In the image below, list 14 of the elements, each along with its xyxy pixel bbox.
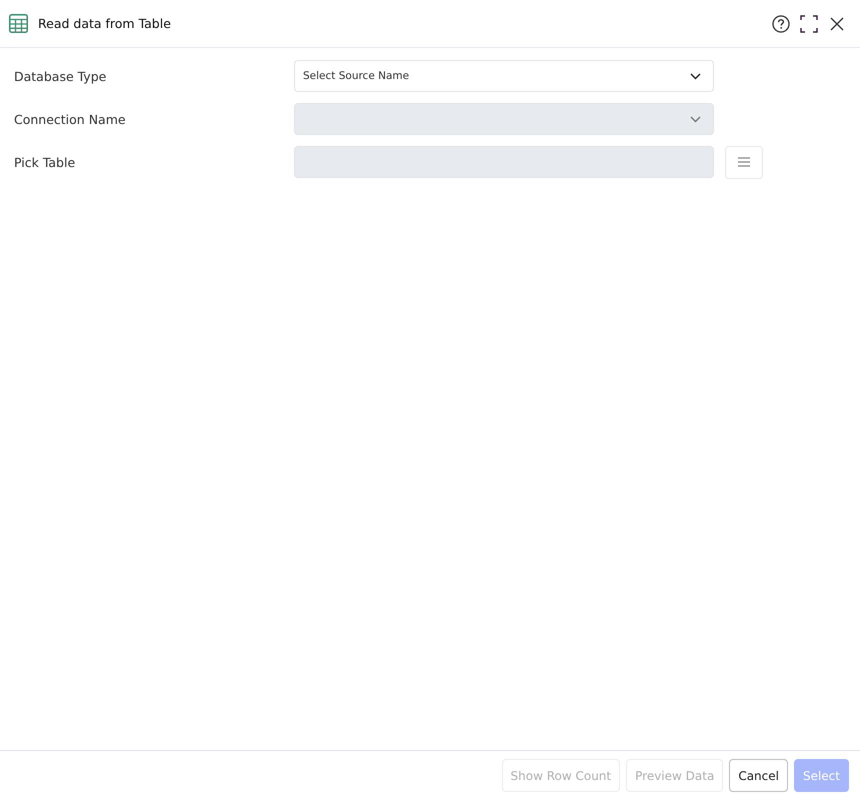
window-title: Read data from Table bbox=[38, 16, 172, 31]
field-label: Database Type bbox=[14, 68, 108, 84]
menu-icon bbox=[738, 157, 750, 167]
fullscreen-icon[interactable] bbox=[800, 14, 818, 32]
field-label: Connection Name bbox=[14, 112, 127, 126]
select-field[interactable]: Select Source Name bbox=[294, 60, 714, 92]
secondary-button[interactable]: Cancel bbox=[729, 759, 788, 792]
chevron-down-icon bbox=[690, 116, 701, 122]
field-label: Pick Table bbox=[14, 154, 76, 170]
chevron-down-icon bbox=[690, 72, 701, 80]
menu-button[interactable] bbox=[725, 146, 763, 178]
help-icon[interactable] bbox=[772, 14, 790, 32]
close-icon[interactable] bbox=[828, 14, 846, 32]
table-icon bbox=[9, 14, 28, 33]
